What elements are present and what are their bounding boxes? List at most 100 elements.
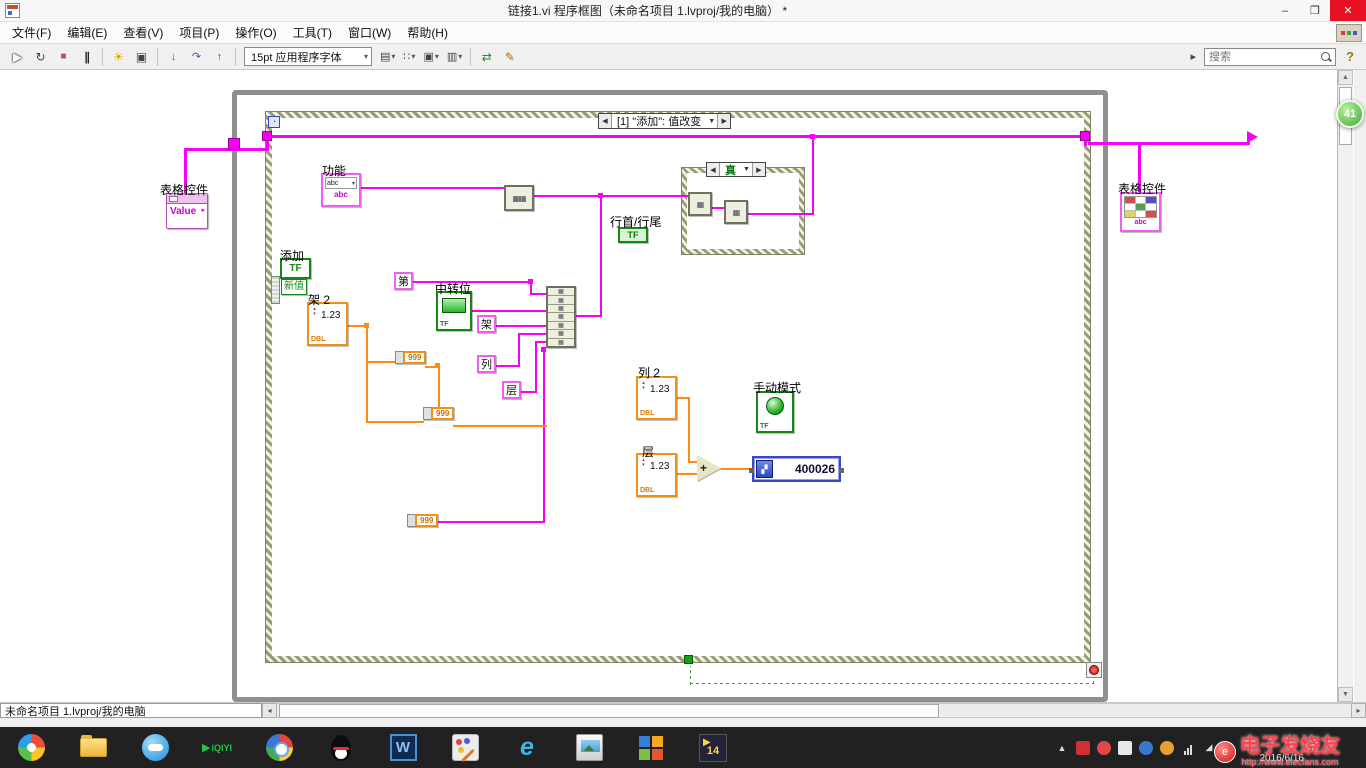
- result-indicator[interactable]: ▞ 400026: [749, 456, 844, 482]
- wire-segment[interactable]: [472, 310, 548, 312]
- tray-icon-player[interactable]: [1097, 740, 1111, 755]
- abort-execution-button[interactable]: ■: [52, 47, 75, 67]
- taskbar-snipping-tool[interactable]: [572, 731, 606, 765]
- col2-numeric-control[interactable]: ▴ ▾ 1.23 DBL: [636, 376, 677, 420]
- wire-segment[interactable]: [600, 195, 602, 316]
- vertical-scrollbar[interactable]: ▲ ▼: [1337, 70, 1353, 702]
- align-objects-dropdown[interactable]: ▤ ▾: [376, 47, 399, 67]
- floating-ball[interactable]: 41: [1336, 100, 1364, 128]
- wire-segment[interactable]: [438, 366, 440, 409]
- wire-segment[interactable]: [366, 361, 396, 363]
- scroll-up-arrow[interactable]: ▲: [1338, 70, 1353, 85]
- pause-button[interactable]: ∥: [75, 47, 98, 67]
- wire-segment[interactable]: [543, 349, 545, 523]
- taskbar-labview[interactable]: ▶ 14: [696, 731, 730, 765]
- taskbar-internet-explorer[interactable]: e: [510, 731, 544, 765]
- wire-segment[interactable]: [366, 325, 368, 423]
- menu-view[interactable]: 查看(V): [115, 24, 171, 41]
- close-button[interactable]: ✕: [1330, 0, 1366, 21]
- search-box[interactable]: [1204, 47, 1336, 66]
- add-function-node[interactable]: +: [697, 455, 721, 481]
- array-constant-3[interactable]: 999: [407, 514, 439, 527]
- run-continuous-button[interactable]: ↻: [29, 47, 52, 67]
- scroll-left-arrow[interactable]: ◂: [262, 703, 277, 718]
- reorder-objects-dropdown[interactable]: ▥ ▾: [443, 47, 466, 67]
- event-left-tunnel[interactable]: [262, 131, 272, 141]
- loop-condition-terminal[interactable]: [1086, 662, 1102, 678]
- tray-icon-security[interactable]: [1076, 740, 1090, 755]
- tray-icon-download[interactable]: [1160, 740, 1174, 755]
- event-structure-selector[interactable]: ◀ [1] "添加": 值改变 ▼ ▶: [598, 113, 732, 129]
- chevron-down-icon[interactable]: ▼: [741, 166, 752, 173]
- retain-wire-values-button[interactable]: ▣: [130, 47, 153, 67]
- font-selector[interactable]: 15pt 应用程序字体 ▾: [244, 47, 372, 66]
- wire-segment[interactable]: [748, 213, 814, 215]
- next-event-arrow[interactable]: ▶: [717, 114, 731, 128]
- taskbar-browser[interactable]: [262, 731, 296, 765]
- edit-tool-button[interactable]: ✎: [498, 47, 521, 67]
- transfer-boolean[interactable]: TF: [436, 291, 472, 331]
- clock-date[interactable]: 2016/6/16: [1260, 753, 1305, 764]
- step-out-button[interactable]: ↑: [208, 47, 231, 67]
- menu-file[interactable]: 文件(F): [4, 24, 59, 41]
- tray-icon-app[interactable]: [1118, 740, 1132, 755]
- wire-segment[interactable]: [496, 325, 548, 327]
- horizontal-scrollbar[interactable]: [277, 703, 1351, 718]
- highlight-execution-button[interactable]: ☀: [107, 47, 130, 67]
- wire-segment[interactable]: [366, 421, 424, 423]
- scroll-right-arrow[interactable]: ▸: [1351, 703, 1366, 718]
- menu-project[interactable]: 项目(P): [171, 24, 227, 41]
- taskbar-qq[interactable]: [324, 731, 358, 765]
- menu-window[interactable]: 窗口(W): [340, 24, 399, 41]
- table-property-node[interactable]: Value ▸: [166, 193, 208, 229]
- wire-segment[interactable]: [413, 281, 530, 283]
- timeout-terminal[interactable]: ◔: [268, 116, 280, 128]
- manual-mode-boolean[interactable]: TF: [756, 391, 794, 433]
- taskbar-grid-app[interactable]: [634, 731, 668, 765]
- search-icon[interactable]: [1320, 51, 1332, 63]
- menu-help[interactable]: 帮助(H): [399, 24, 456, 41]
- array-index[interactable]: [395, 351, 403, 364]
- chevron-down-icon[interactable]: ▼: [706, 118, 717, 125]
- project-status-text[interactable]: 未命名项目 1.lvproj/我的电脑: [0, 703, 262, 718]
- prev-case-arrow[interactable]: ◀: [707, 163, 720, 176]
- maximize-button[interactable]: ❐: [1300, 0, 1330, 21]
- resize-handle[interactable]: [749, 468, 754, 473]
- index-array-node[interactable]: ▦: [688, 192, 712, 216]
- menu-operate[interactable]: 操作(O): [227, 24, 284, 41]
- increment-decrement-icon[interactable]: ▴ ▾: [639, 381, 648, 391]
- wire-segment[interactable]: [268, 135, 1086, 138]
- event-data-node[interactable]: [271, 276, 280, 304]
- taskbar-iqiyi[interactable]: ▶ iQIYI: [200, 731, 234, 765]
- wire-segment[interactable]: [518, 333, 520, 366]
- wire-segment[interactable]: [184, 148, 266, 151]
- wire-segment[interactable]: [437, 521, 545, 523]
- minimize-button[interactable]: –: [1270, 0, 1300, 21]
- wire-segment[interactable]: [812, 136, 814, 215]
- search-input[interactable]: [1205, 50, 1320, 63]
- bottom-green-tunnel[interactable]: [684, 655, 693, 664]
- wire-segment[interactable]: [1088, 142, 1250, 145]
- run-button[interactable]: ▶: [6, 47, 29, 67]
- increment-decrement-icon[interactable]: ▴ ▾: [310, 307, 319, 317]
- scroll-down-arrow[interactable]: ▼: [1338, 687, 1353, 702]
- window-titlebar[interactable]: 链接1.vi 程序框图（未命名项目 1.lvproj/我的电脑） * – ❐ ✕: [0, 0, 1366, 22]
- string-constant-rack[interactable]: 架: [477, 315, 496, 333]
- event-right-tunnel[interactable]: [1080, 131, 1090, 141]
- tray-show-hidden-icons[interactable]: ▲: [1055, 741, 1069, 755]
- loop-tunnel[interactable]: [228, 138, 240, 150]
- array-constant-2[interactable]: 999: [423, 407, 455, 420]
- wire-segment[interactable]: [361, 187, 506, 189]
- wire-segment[interactable]: [576, 315, 602, 317]
- volume-icon[interactable]: ◢: [1202, 741, 1216, 755]
- clean-up-diagram-button[interactable]: ⇄: [475, 47, 498, 67]
- wire-segment[interactable]: [496, 365, 520, 367]
- table-control-terminal[interactable]: abc: [1120, 192, 1161, 232]
- taskbar-word[interactable]: W: [386, 731, 420, 765]
- start-button[interactable]: [14, 731, 48, 765]
- replace-array-node[interactable]: ▦: [724, 200, 748, 224]
- resize-objects-dropdown[interactable]: ▣ ▾: [419, 47, 442, 67]
- wire-segment[interactable]: [518, 333, 548, 335]
- next-case-arrow[interactable]: ▶: [751, 163, 765, 176]
- horizontal-scroll-thumb[interactable]: [279, 704, 939, 718]
